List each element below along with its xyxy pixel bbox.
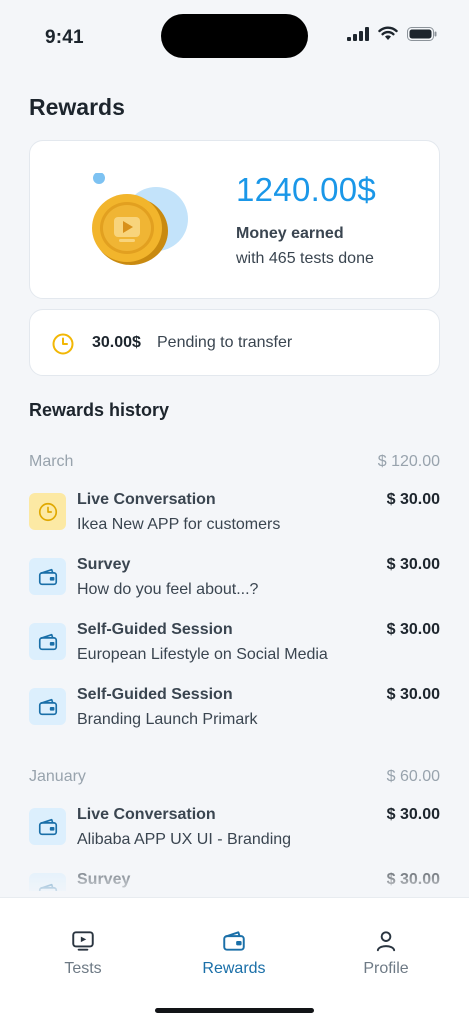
entry-subtitle: Ikea New APP for customers bbox=[77, 516, 281, 533]
entry-subtitle: European Lifestyle on Social Media bbox=[77, 646, 328, 663]
money-earned-label: Money earned bbox=[236, 225, 344, 242]
history-entry[interactable]: Live Conversation Ikea New APP for custo… bbox=[29, 490, 440, 555]
entry-amount: $ 30.00 bbox=[386, 806, 440, 823]
month-total: $ 120.00 bbox=[377, 452, 440, 470]
entry-amount: $ 30.00 bbox=[386, 556, 440, 573]
tests-done-label: with 465 tests done bbox=[236, 250, 374, 267]
tab-label: Profile bbox=[363, 960, 409, 977]
page-title: Rewards bbox=[29, 94, 125, 120]
rewards-history-list[interactable]: March $ 120.00 Live Conversation Ikea Ne… bbox=[29, 446, 440, 891]
history-entry[interactable]: Live Conversation Alibaba APP UX UI - Br… bbox=[29, 805, 440, 870]
month-header-march: March $ 120.00 bbox=[29, 446, 440, 477]
tab-label: Tests bbox=[64, 960, 102, 977]
tab-bar: Tests Rewards Profile bbox=[0, 897, 469, 1024]
status-icons bbox=[347, 26, 437, 41]
month-name: January bbox=[29, 767, 86, 785]
entry-title: Self-Guided Session bbox=[77, 621, 233, 638]
money-earned-amount: 1240.00$ bbox=[236, 171, 377, 208]
entry-title: Survey bbox=[77, 556, 131, 573]
wallet-icon bbox=[223, 931, 245, 951]
battery-icon bbox=[407, 26, 437, 41]
tab-tests[interactable]: Tests bbox=[23, 928, 143, 978]
wallet-icon bbox=[29, 558, 66, 595]
tab-rewards[interactable]: Rewards bbox=[174, 928, 294, 978]
entry-title: Survey bbox=[77, 871, 131, 888]
entry-title: Self-Guided Session bbox=[77, 686, 233, 703]
pending-label: Pending to transfer bbox=[157, 334, 293, 351]
entry-subtitle: Branding Launch Primark bbox=[77, 711, 258, 728]
entry-amount: $ 30.00 bbox=[386, 686, 440, 703]
wallet-icon bbox=[29, 873, 66, 891]
entry-amount: $ 30.00 bbox=[386, 491, 440, 508]
dynamic-island bbox=[161, 14, 308, 58]
entry-title: Live Conversation bbox=[77, 491, 216, 508]
history-entry[interactable]: Survey $ 30.00 bbox=[29, 870, 440, 891]
history-entry[interactable]: Self-Guided Session European Lifestyle o… bbox=[29, 620, 440, 685]
rewards-history-title: Rewards history bbox=[29, 400, 170, 420]
wallet-icon bbox=[29, 688, 66, 725]
wallet-icon bbox=[29, 808, 66, 845]
home-indicator[interactable] bbox=[155, 1008, 314, 1013]
coin-illustration bbox=[92, 172, 194, 277]
play-icon bbox=[72, 931, 94, 951]
wallet-icon bbox=[29, 623, 66, 660]
clock-icon bbox=[52, 333, 74, 355]
wifi-icon bbox=[378, 26, 398, 40]
history-entry[interactable]: Survey How do you feel about...? $ 30.00 bbox=[29, 555, 440, 620]
entry-amount: $ 30.00 bbox=[386, 871, 440, 888]
status-time: 9:41 bbox=[45, 27, 84, 48]
entry-subtitle: How do you feel about...? bbox=[77, 581, 259, 598]
month-header-january: January $ 60.00 bbox=[29, 761, 440, 792]
month-name: March bbox=[29, 452, 74, 470]
tab-profile[interactable]: Profile bbox=[326, 928, 446, 978]
entry-subtitle: Alibaba APP UX UI - Branding bbox=[77, 831, 292, 848]
month-total: $ 60.00 bbox=[386, 767, 440, 785]
entry-title: Live Conversation bbox=[77, 806, 216, 823]
entry-amount: $ 30.00 bbox=[386, 621, 440, 638]
person-icon bbox=[376, 931, 396, 952]
clock-icon bbox=[29, 493, 66, 530]
signal-icon bbox=[347, 26, 369, 41]
status-bar: 9:41 bbox=[0, 0, 469, 72]
pending-transfer-card[interactable]: 30.00$ Pending to transfer bbox=[29, 309, 440, 376]
tab-label: Rewards bbox=[202, 960, 266, 977]
pending-amount: 30.00$ bbox=[92, 334, 141, 351]
history-entry[interactable]: Self-Guided Session Branding Launch Prim… bbox=[29, 685, 440, 750]
earnings-card: 1240.00$ Money earned with 465 tests don… bbox=[29, 140, 440, 299]
